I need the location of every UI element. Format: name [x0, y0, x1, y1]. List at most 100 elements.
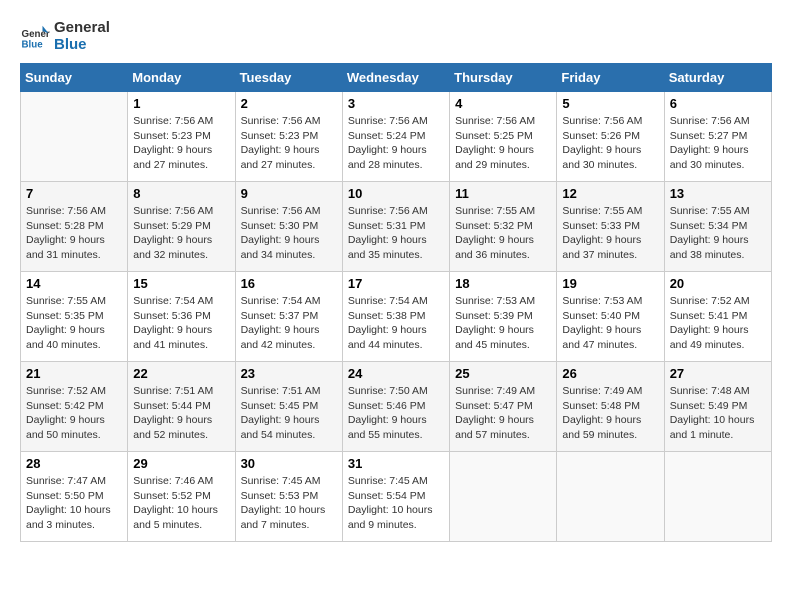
- calendar-cell: 17 Sunrise: 7:54 AM Sunset: 5:38 PM Dayli…: [342, 272, 449, 362]
- day-content: Sunrise: 7:47 AM Sunset: 5:50 PM Dayligh…: [26, 474, 122, 533]
- day-content: Sunrise: 7:49 AM Sunset: 5:48 PM Dayligh…: [562, 384, 658, 443]
- day-content: Sunrise: 7:45 AM Sunset: 5:53 PM Dayligh…: [241, 474, 337, 533]
- day-number: 11: [455, 186, 551, 201]
- calendar-header-row: SundayMondayTuesdayWednesdayThursdayFrid…: [21, 64, 772, 92]
- day-content: Sunrise: 7:50 AM Sunset: 5:46 PM Dayligh…: [348, 384, 444, 443]
- day-content: Sunrise: 7:54 AM Sunset: 5:36 PM Dayligh…: [133, 294, 229, 353]
- header-day-tuesday: Tuesday: [235, 64, 342, 92]
- calendar-cell: 31 Sunrise: 7:45 AM Sunset: 5:54 PM Dayli…: [342, 452, 449, 542]
- day-content: Sunrise: 7:46 AM Sunset: 5:52 PM Dayligh…: [133, 474, 229, 533]
- calendar-cell: 24 Sunrise: 7:50 AM Sunset: 5:46 PM Dayli…: [342, 362, 449, 452]
- day-number: 13: [670, 186, 766, 201]
- calendar-cell: [450, 452, 557, 542]
- day-number: 24: [348, 366, 444, 381]
- day-number: 20: [670, 276, 766, 291]
- day-content: Sunrise: 7:48 AM Sunset: 5:49 PM Dayligh…: [670, 384, 766, 443]
- day-content: Sunrise: 7:55 AM Sunset: 5:32 PM Dayligh…: [455, 204, 551, 263]
- calendar-cell: 23 Sunrise: 7:51 AM Sunset: 5:45 PM Dayli…: [235, 362, 342, 452]
- header-day-friday: Friday: [557, 64, 664, 92]
- day-number: 6: [670, 96, 766, 111]
- calendar-cell: 22 Sunrise: 7:51 AM Sunset: 5:44 PM Dayli…: [128, 362, 235, 452]
- day-content: Sunrise: 7:56 AM Sunset: 5:28 PM Dayligh…: [26, 204, 122, 263]
- day-content: Sunrise: 7:56 AM Sunset: 5:23 PM Dayligh…: [133, 114, 229, 173]
- day-number: 9: [241, 186, 337, 201]
- day-content: Sunrise: 7:56 AM Sunset: 5:23 PM Dayligh…: [241, 114, 337, 173]
- calendar-cell: 27 Sunrise: 7:48 AM Sunset: 5:49 PM Dayli…: [664, 362, 771, 452]
- calendar-cell: 14Sunrise: 7:55 AM Sunset: 5:35 PM Dayli…: [21, 272, 128, 362]
- day-number: 19: [562, 276, 658, 291]
- day-content: Sunrise: 7:51 AM Sunset: 5:45 PM Dayligh…: [241, 384, 337, 443]
- day-number: 17: [348, 276, 444, 291]
- day-content: Sunrise: 7:56 AM Sunset: 5:27 PM Dayligh…: [670, 114, 766, 173]
- calendar-cell: 21 Sunrise: 7:52 AM Sunset: 5:42 PM Dayli…: [21, 362, 128, 452]
- calendar-cell: 26 Sunrise: 7:49 AM Sunset: 5:48 PM Dayli…: [557, 362, 664, 452]
- calendar-week-row: 28 Sunrise: 7:47 AM Sunset: 5:50 PM Dayli…: [21, 452, 772, 542]
- calendar-cell: 7 Sunrise: 7:56 AM Sunset: 5:28 PM Daylig…: [21, 182, 128, 272]
- day-number: 28: [26, 456, 122, 471]
- calendar-cell: 5Sunrise: 7:56 AM Sunset: 5:26 PM Daylig…: [557, 92, 664, 182]
- day-content: Sunrise: 7:54 AM Sunset: 5:38 PM Dayligh…: [348, 294, 444, 353]
- calendar-week-row: 7 Sunrise: 7:56 AM Sunset: 5:28 PM Daylig…: [21, 182, 772, 272]
- day-content: Sunrise: 7:53 AM Sunset: 5:39 PM Dayligh…: [455, 294, 551, 353]
- header-day-monday: Monday: [128, 64, 235, 92]
- calendar-cell: 13 Sunrise: 7:55 AM Sunset: 5:34 PM Dayli…: [664, 182, 771, 272]
- day-number: 10: [348, 186, 444, 201]
- day-number: 1: [133, 96, 229, 111]
- calendar-table: SundayMondayTuesdayWednesdayThursdayFrid…: [20, 63, 772, 542]
- logo-icon: General Blue: [20, 22, 50, 52]
- calendar-cell: 2 Sunrise: 7:56 AM Sunset: 5:23 PM Daylig…: [235, 92, 342, 182]
- calendar-cell: 29 Sunrise: 7:46 AM Sunset: 5:52 PM Dayli…: [128, 452, 235, 542]
- calendar-cell: 19Sunrise: 7:53 AM Sunset: 5:40 PM Dayli…: [557, 272, 664, 362]
- day-content: Sunrise: 7:52 AM Sunset: 5:42 PM Dayligh…: [26, 384, 122, 443]
- calendar-cell: 9 Sunrise: 7:56 AM Sunset: 5:30 PM Daylig…: [235, 182, 342, 272]
- day-content: Sunrise: 7:55 AM Sunset: 5:35 PM Dayligh…: [26, 294, 122, 353]
- day-number: 12: [562, 186, 658, 201]
- day-number: 31: [348, 456, 444, 471]
- logo-general: General: [54, 20, 110, 37]
- calendar-cell: 8Sunrise: 7:56 AM Sunset: 5:29 PM Daylig…: [128, 182, 235, 272]
- calendar-cell: 16 Sunrise: 7:54 AM Sunset: 5:37 PM Dayli…: [235, 272, 342, 362]
- day-number: 7: [26, 186, 122, 201]
- calendar-week-row: 1 Sunrise: 7:56 AM Sunset: 5:23 PM Daylig…: [21, 92, 772, 182]
- day-number: 23: [241, 366, 337, 381]
- calendar-week-row: 14Sunrise: 7:55 AM Sunset: 5:35 PM Dayli…: [21, 272, 772, 362]
- calendar-cell: 10 Sunrise: 7:56 AM Sunset: 5:31 PM Dayli…: [342, 182, 449, 272]
- calendar-cell: [664, 452, 771, 542]
- calendar-week-row: 21 Sunrise: 7:52 AM Sunset: 5:42 PM Dayli…: [21, 362, 772, 452]
- header-day-wednesday: Wednesday: [342, 64, 449, 92]
- day-number: 2: [241, 96, 337, 111]
- day-number: 27: [670, 366, 766, 381]
- calendar-cell: 30Sunrise: 7:45 AM Sunset: 5:53 PM Dayli…: [235, 452, 342, 542]
- logo: General Blue General Blue: [20, 20, 110, 53]
- calendar-cell: 20Sunrise: 7:52 AM Sunset: 5:41 PM Dayli…: [664, 272, 771, 362]
- day-number: 21: [26, 366, 122, 381]
- day-content: Sunrise: 7:55 AM Sunset: 5:34 PM Dayligh…: [670, 204, 766, 263]
- day-content: Sunrise: 7:55 AM Sunset: 5:33 PM Dayligh…: [562, 204, 658, 263]
- calendar-cell: 28 Sunrise: 7:47 AM Sunset: 5:50 PM Dayli…: [21, 452, 128, 542]
- svg-text:Blue: Blue: [22, 39, 44, 50]
- calendar-cell: 18 Sunrise: 7:53 AM Sunset: 5:39 PM Dayli…: [450, 272, 557, 362]
- day-content: Sunrise: 7:54 AM Sunset: 5:37 PM Dayligh…: [241, 294, 337, 353]
- day-content: Sunrise: 7:49 AM Sunset: 5:47 PM Dayligh…: [455, 384, 551, 443]
- day-number: 8: [133, 186, 229, 201]
- day-number: 15: [133, 276, 229, 291]
- calendar-cell: 6 Sunrise: 7:56 AM Sunset: 5:27 PM Daylig…: [664, 92, 771, 182]
- day-number: 26: [562, 366, 658, 381]
- day-number: 29: [133, 456, 229, 471]
- logo-blue: Blue: [54, 37, 110, 54]
- header-day-sunday: Sunday: [21, 64, 128, 92]
- calendar-cell: [21, 92, 128, 182]
- day-content: Sunrise: 7:56 AM Sunset: 5:30 PM Dayligh…: [241, 204, 337, 263]
- calendar-cell: [557, 452, 664, 542]
- day-content: Sunrise: 7:56 AM Sunset: 5:25 PM Dayligh…: [455, 114, 551, 173]
- day-content: Sunrise: 7:56 AM Sunset: 5:31 PM Dayligh…: [348, 204, 444, 263]
- calendar-cell: 4Sunrise: 7:56 AM Sunset: 5:25 PM Daylig…: [450, 92, 557, 182]
- day-content: Sunrise: 7:51 AM Sunset: 5:44 PM Dayligh…: [133, 384, 229, 443]
- calendar-cell: 11 Sunrise: 7:55 AM Sunset: 5:32 PM Dayli…: [450, 182, 557, 272]
- day-content: Sunrise: 7:45 AM Sunset: 5:54 PM Dayligh…: [348, 474, 444, 533]
- day-number: 16: [241, 276, 337, 291]
- day-number: 18: [455, 276, 551, 291]
- calendar-cell: 25Sunrise: 7:49 AM Sunset: 5:47 PM Dayli…: [450, 362, 557, 452]
- day-number: 22: [133, 366, 229, 381]
- day-content: Sunrise: 7:56 AM Sunset: 5:26 PM Dayligh…: [562, 114, 658, 173]
